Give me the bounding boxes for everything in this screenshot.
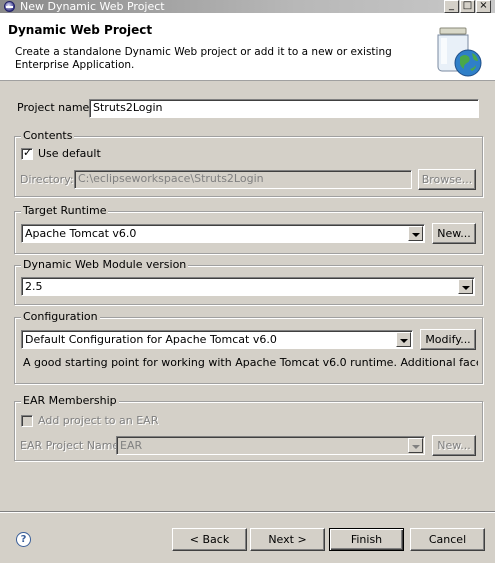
- cancel-button[interactable]: Cancel: [410, 528, 485, 551]
- project-name-field[interactable]: Struts2Login: [89, 99, 479, 118]
- configuration-group-title: Configuration: [21, 310, 100, 324]
- next-button[interactable]: Next >: [250, 528, 325, 551]
- project-name-label: Project name:: [17, 101, 94, 114]
- module-version-group-title: Dynamic Web Module version: [21, 258, 189, 272]
- chevron-down-icon[interactable]: [408, 226, 423, 241]
- configuration-description: A good starting point for working with A…: [23, 356, 478, 369]
- use-default-checkbox[interactable]: ✓: [21, 146, 33, 160]
- configuration-select[interactable]: Default Configuration for Apache Tomcat …: [21, 330, 413, 349]
- browse-button[interactable]: Browse...: [418, 169, 476, 190]
- ear-project-name-value: EAR: [120, 439, 143, 452]
- modify-button[interactable]: Modify...: [420, 329, 476, 350]
- module-version-select[interactable]: 2.5: [21, 277, 475, 296]
- directory-field[interactable]: C:\eclipseworkspace\Struts2Login: [74, 170, 412, 189]
- help-icon[interactable]: ?: [16, 532, 31, 547]
- use-default-label[interactable]: Use default: [38, 147, 101, 161]
- window-titlebar[interactable]: New Dynamic Web Project: [0, 0, 495, 13]
- finish-button[interactable]: Finish: [329, 528, 404, 551]
- module-version-value: 2.5: [25, 280, 43, 293]
- new-ear-button[interactable]: New...: [432, 435, 476, 456]
- configuration-group: Configuration: [14, 310, 483, 384]
- eclipse-app-icon: [4, 1, 15, 12]
- close-button[interactable]: ×: [476, 0, 491, 13]
- add-to-ear-label: Add project to an EAR: [38, 414, 159, 427]
- ear-project-name-label: EAR Project Name:: [20, 439, 123, 452]
- window-title: New Dynamic Web Project: [20, 0, 165, 13]
- chevron-down-icon[interactable]: [458, 279, 473, 294]
- add-to-ear-checkbox[interactable]: [21, 415, 33, 427]
- chevron-down-icon[interactable]: [396, 332, 411, 347]
- checkmark-icon: ✓: [23, 146, 33, 159]
- jar-globe-icon: [437, 27, 482, 77]
- footer-divider: [0, 511, 495, 513]
- directory-label: Directory:: [20, 173, 74, 186]
- ear-membership-group-title: EAR Membership: [21, 394, 119, 408]
- target-runtime-value: Apache Tomcat v6.0: [25, 227, 137, 240]
- configuration-value: Default Configuration for Apache Tomcat …: [25, 333, 277, 346]
- target-runtime-select[interactable]: Apache Tomcat v6.0: [21, 224, 425, 243]
- wizard-banner: Dynamic Web Project Create a standalone …: [0, 13, 495, 81]
- minimize-button[interactable]: _: [444, 0, 459, 13]
- new-runtime-button[interactable]: New...: [432, 223, 476, 244]
- target-runtime-group-title: Target Runtime: [21, 204, 109, 218]
- wizard-title: Dynamic Web Project: [8, 23, 153, 37]
- ear-project-name-select[interactable]: EAR: [116, 436, 425, 455]
- wizard-description: Create a standalone Dynamic Web project …: [15, 46, 392, 71]
- back-button[interactable]: < Back: [172, 528, 247, 551]
- maximize-button[interactable]: □: [460, 0, 475, 13]
- chevron-down-icon[interactable]: [408, 438, 423, 453]
- contents-group-title: Contents: [21, 129, 75, 143]
